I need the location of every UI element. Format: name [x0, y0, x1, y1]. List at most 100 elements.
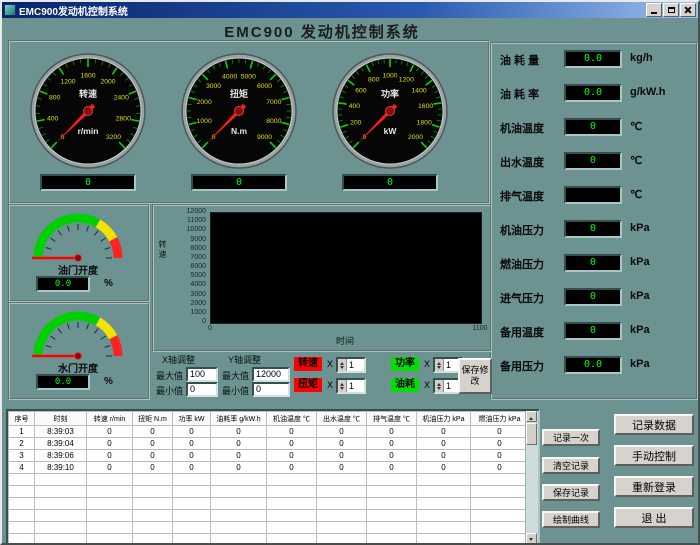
table-cell: [267, 486, 317, 498]
readout-label: 油 耗 量: [500, 52, 560, 68]
table-cell: 4: [9, 462, 35, 474]
save-changes-button[interactable]: 保存修改: [458, 358, 492, 394]
table-row[interactable]: [9, 522, 529, 534]
table-cell: [267, 522, 317, 534]
y-max-input[interactable]: 12000: [252, 367, 290, 382]
readout-row: 排气温度℃: [498, 186, 692, 206]
table-row[interactable]: [9, 510, 529, 522]
relogin-button[interactable]: 重新登录: [614, 476, 694, 497]
table-cell: [367, 498, 417, 510]
y-min-input[interactable]: 0: [252, 382, 290, 397]
table-cell: 0: [173, 426, 211, 438]
table-row[interactable]: [9, 498, 529, 510]
readout-label: 备用温度: [500, 324, 560, 340]
scrollbar-thumb[interactable]: [526, 423, 537, 445]
series-toggle-button[interactable]: 功率: [391, 357, 419, 371]
y-axis-tick: 3000: [162, 291, 206, 298]
record-data-button[interactable]: 记录数据: [614, 414, 694, 435]
svg-text:2000: 2000: [408, 134, 423, 141]
table-row[interactable]: 48:39:10000000000: [9, 462, 529, 474]
readout-unit: ℃: [630, 154, 642, 167]
y-axis-tick: 5000: [162, 272, 206, 279]
svg-text:600: 600: [355, 87, 367, 94]
svg-text:7000: 7000: [266, 99, 281, 106]
minimize-button[interactable]: [646, 3, 662, 17]
table-cell: 0: [367, 462, 417, 474]
title-bar: EMC900发动机控制系统: [2, 2, 698, 18]
table-cell: [471, 486, 529, 498]
table-cell: 0: [471, 462, 529, 474]
svg-text:r/min: r/min: [78, 126, 99, 136]
table-row[interactable]: [9, 534, 529, 545]
table-cell: 3: [9, 450, 35, 462]
scale-spinbox[interactable]: 1: [336, 378, 366, 394]
x-axis-tick: 1100: [468, 325, 492, 332]
table-cell: 0: [173, 438, 211, 450]
series-toggle-button[interactable]: 油耗: [391, 378, 419, 392]
readout-value-display: 0.0: [564, 84, 622, 102]
table-cell: [267, 534, 317, 545]
table-cell: [35, 534, 87, 545]
svg-text:800: 800: [49, 95, 61, 102]
table-cell: 0: [417, 438, 471, 450]
table-cell: 8:39:10: [35, 462, 87, 474]
series-toggle-button[interactable]: 扭矩: [294, 378, 322, 392]
series-toggle-button[interactable]: 转速: [294, 357, 322, 371]
svg-text:3200: 3200: [106, 134, 121, 141]
clear-records-button[interactable]: 清空记录: [542, 457, 600, 474]
table-row[interactable]: 28:39:04000000000: [9, 438, 529, 450]
scroll-up-icon[interactable]: [526, 411, 537, 422]
readout-value-display: 0: [564, 152, 622, 170]
table-cell: 0: [87, 462, 133, 474]
spinner-arrows-icon[interactable]: [435, 359, 444, 371]
y-axis-group-label: Y轴调整: [228, 353, 261, 366]
water-valve-unit: %: [104, 376, 113, 387]
app-icon: [4, 4, 16, 16]
column-header: 油耗率 g/kW.h: [211, 412, 267, 426]
table-cell: [471, 522, 529, 534]
table-cell: [417, 474, 471, 486]
x-min-input[interactable]: 0: [186, 382, 218, 397]
record-once-button[interactable]: 记录一次: [542, 429, 600, 446]
axis-select-label: X: [327, 380, 333, 390]
save-records-button[interactable]: 保存记录: [542, 484, 600, 501]
exit-button[interactable]: 退 出: [614, 507, 694, 528]
table-row[interactable]: [9, 474, 529, 486]
app-window: EMC900发动机控制系统 EMC900 发动机控制系统 04008001200…: [0, 0, 700, 545]
table-cell: [317, 486, 367, 498]
table-cell: [471, 498, 529, 510]
spinner-arrows-icon[interactable]: [435, 380, 444, 392]
spinner-arrows-icon[interactable]: [338, 380, 347, 392]
table-row[interactable]: [9, 486, 529, 498]
table-cell: [471, 510, 529, 522]
maximize-button[interactable]: [663, 3, 679, 17]
x-axis-group-label: X轴调整: [162, 353, 195, 366]
readout-unit: kPa: [630, 358, 650, 370]
table-cell: [211, 534, 267, 545]
scale-spinbox[interactable]: 1: [336, 357, 366, 373]
scroll-down-icon[interactable]: [526, 533, 537, 544]
table-row[interactable]: 38:39:06000000000: [9, 450, 529, 462]
table-cell: [417, 534, 471, 545]
spinner-arrows-icon[interactable]: [338, 359, 347, 371]
table-cell: [417, 498, 471, 510]
spinbox-value: 1: [347, 359, 354, 371]
close-button[interactable]: [680, 3, 696, 17]
column-header: 出水温度 ℃: [317, 412, 367, 426]
readout-label: 油 耗 率: [500, 86, 560, 102]
table-scrollbar[interactable]: [525, 411, 538, 544]
manual-control-button[interactable]: 手动控制: [614, 445, 694, 466]
series-toggle-group: 转速X1功率X1扭矩X1油耗X1: [294, 357, 454, 397]
table-cell: [367, 486, 417, 498]
table-cell: 0: [173, 450, 211, 462]
readout-row: 备用温度0kPa: [498, 322, 692, 342]
draw-curve-button[interactable]: 绘制曲线: [542, 511, 600, 528]
readout-unit: kPa: [630, 256, 650, 268]
spinbox-value: 1: [347, 380, 354, 392]
table-cell: [9, 534, 35, 545]
table-row[interactable]: 18:39:03000000000: [9, 426, 529, 438]
spinbox-value: 1: [444, 359, 451, 371]
svg-text:2400: 2400: [114, 95, 129, 102]
throttle-panel: 油门开度 0.0 %: [8, 204, 150, 302]
x-max-input[interactable]: 100: [186, 367, 218, 382]
